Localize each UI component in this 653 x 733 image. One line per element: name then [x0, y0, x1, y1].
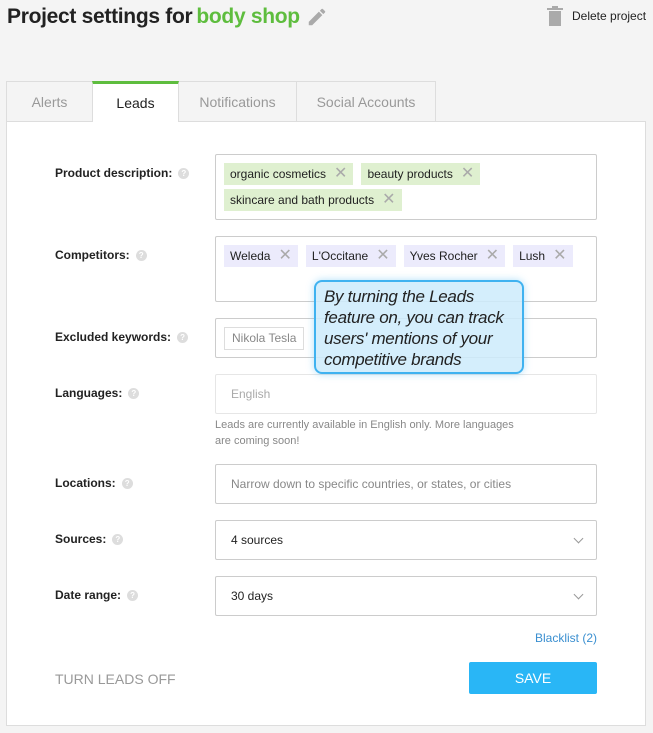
chip: organic cosmetics ✕ — [224, 163, 354, 185]
delete-project-button[interactable]: Delete project — [546, 6, 646, 26]
project-name: body shop — [196, 5, 300, 28]
tab-notifications[interactable]: Notifications — [178, 81, 297, 122]
close-icon[interactable]: ✕ — [382, 192, 395, 208]
chip: Weleda ✕ — [224, 245, 298, 267]
date-range-label: Date range:? — [55, 588, 139, 602]
help-icon[interactable]: ? — [127, 589, 139, 601]
help-icon[interactable]: ? — [112, 533, 124, 545]
blacklist-link[interactable]: Blacklist (2) — [535, 631, 597, 645]
chip: Yves Rocher ✕ — [403, 245, 506, 267]
product-description-input[interactable]: organic cosmetics ✕ beauty products ✕ skin… — [215, 154, 597, 220]
help-icon[interactable]: ? — [121, 477, 133, 489]
chip: L'Occitane ✕ — [305, 245, 396, 267]
turn-leads-off-button[interactable]: TURN LEADS OFF — [55, 671, 176, 687]
page-title: Project settings for body shop — [7, 5, 300, 28]
help-icon[interactable]: ? — [128, 387, 140, 399]
chip: Nikola Tesla — [224, 327, 305, 350]
trash-icon — [547, 6, 563, 26]
date-range-select[interactable]: 30 days — [215, 576, 597, 616]
languages-note: Leads are currently available in English… — [215, 419, 514, 447]
chip: skincare and bath products ✕ — [224, 189, 402, 211]
excluded-keywords-label: Excluded keywords:? — [55, 330, 189, 344]
chip: beauty products ✕ — [361, 163, 481, 185]
close-icon[interactable]: ✕ — [334, 166, 347, 182]
close-icon[interactable]: ✕ — [486, 248, 499, 264]
save-button[interactable]: SAVE — [469, 662, 597, 694]
sources-select[interactable]: 4 sources — [215, 520, 597, 560]
pencil-icon[interactable] — [306, 6, 328, 28]
help-icon[interactable]: ? — [177, 331, 189, 343]
tab-leads[interactable]: Leads — [92, 81, 179, 122]
close-icon[interactable]: ✕ — [553, 248, 566, 264]
product-description-label: Product description:? — [55, 166, 190, 180]
competitors-label: Competitors:? — [55, 248, 147, 262]
chip: Lush ✕ — [513, 245, 573, 267]
tab-alerts[interactable]: Alerts — [6, 81, 93, 122]
locations-input[interactable]: Narrow down to specific countries, or st… — [215, 464, 597, 504]
help-icon[interactable]: ? — [178, 167, 190, 179]
languages-label: Languages:? — [55, 386, 140, 400]
tab-social-accounts[interactable]: Social Accounts — [296, 81, 436, 122]
close-icon[interactable]: ✕ — [461, 166, 474, 182]
tooltip: By turning the Leads feature on, you can… — [314, 280, 524, 374]
locations-label: Locations:? — [55, 476, 133, 490]
close-icon[interactable]: ✕ — [278, 248, 291, 264]
sources-label: Sources:? — [55, 532, 124, 546]
close-icon[interactable]: ✕ — [376, 248, 389, 264]
help-icon[interactable]: ? — [135, 249, 147, 261]
languages-input: English — [215, 374, 597, 414]
